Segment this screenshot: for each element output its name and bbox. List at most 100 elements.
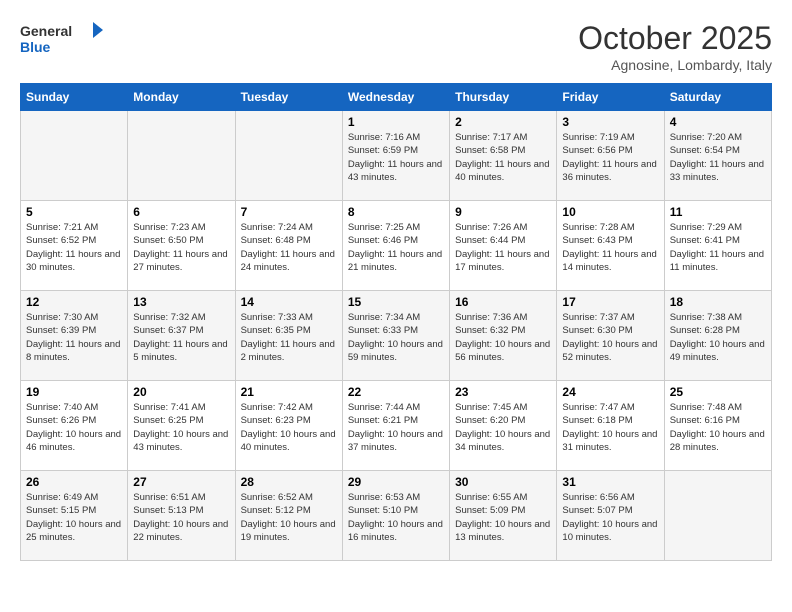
daylight-text: Daylight: 10 hours and 16 minutes. [348, 519, 443, 543]
daylight-text: Daylight: 11 hours and 11 minutes. [670, 249, 764, 273]
sunrise-text: Sunrise: 6:51 AM [133, 492, 205, 503]
calendar-cell: 7 Sunrise: 7:24 AM Sunset: 6:48 PM Dayli… [235, 201, 342, 291]
calendar-week-row: 1 Sunrise: 7:16 AM Sunset: 6:59 PM Dayli… [21, 111, 772, 201]
calendar-cell [128, 111, 235, 201]
sunrise-text: Sunrise: 7:28 AM [562, 222, 634, 233]
calendar-cell: 31 Sunrise: 6:56 AM Sunset: 5:07 PM Dayl… [557, 471, 664, 561]
daylight-text: Daylight: 11 hours and 27 minutes. [133, 249, 227, 273]
sunset-text: Sunset: 6:30 PM [562, 325, 632, 336]
daylight-text: Daylight: 11 hours and 40 minutes. [455, 159, 549, 183]
day-number: 8 [348, 205, 444, 219]
daylight-text: Daylight: 10 hours and 31 minutes. [562, 429, 657, 453]
sunset-text: Sunset: 6:59 PM [348, 145, 418, 156]
day-number: 9 [455, 205, 551, 219]
weekday-header: Saturday [664, 84, 771, 111]
day-number: 10 [562, 205, 658, 219]
sunrise-text: Sunrise: 6:55 AM [455, 492, 527, 503]
sunrise-text: Sunrise: 7:20 AM [670, 132, 742, 143]
weekday-header: Thursday [450, 84, 557, 111]
daylight-text: Daylight: 10 hours and 10 minutes. [562, 519, 657, 543]
day-number: 30 [455, 475, 551, 489]
day-number: 28 [241, 475, 337, 489]
calendar-cell: 11 Sunrise: 7:29 AM Sunset: 6:41 PM Dayl… [664, 201, 771, 291]
sunrise-text: Sunrise: 7:38 AM [670, 312, 742, 323]
calendar-cell: 17 Sunrise: 7:37 AM Sunset: 6:30 PM Dayl… [557, 291, 664, 381]
sunset-text: Sunset: 6:20 PM [455, 415, 525, 426]
sunrise-text: Sunrise: 6:56 AM [562, 492, 634, 503]
calendar-cell: 19 Sunrise: 7:40 AM Sunset: 6:26 PM Dayl… [21, 381, 128, 471]
sunset-text: Sunset: 6:58 PM [455, 145, 525, 156]
calendar-week-row: 19 Sunrise: 7:40 AM Sunset: 6:26 PM Dayl… [21, 381, 772, 471]
daylight-text: Daylight: 10 hours and 59 minutes. [348, 339, 443, 363]
calendar-cell: 18 Sunrise: 7:38 AM Sunset: 6:28 PM Dayl… [664, 291, 771, 381]
sunrise-text: Sunrise: 7:33 AM [241, 312, 313, 323]
sunset-text: Sunset: 5:07 PM [562, 505, 632, 516]
calendar-cell: 4 Sunrise: 7:20 AM Sunset: 6:54 PM Dayli… [664, 111, 771, 201]
day-number: 18 [670, 295, 766, 309]
sunset-text: Sunset: 6:16 PM [670, 415, 740, 426]
sunrise-text: Sunrise: 7:45 AM [455, 402, 527, 413]
day-number: 1 [348, 115, 444, 129]
sunset-text: Sunset: 6:21 PM [348, 415, 418, 426]
daylight-text: Daylight: 10 hours and 46 minutes. [26, 429, 121, 453]
day-number: 20 [133, 385, 229, 399]
day-number: 26 [26, 475, 122, 489]
weekday-header-row: SundayMondayTuesdayWednesdayThursdayFrid… [21, 84, 772, 111]
calendar-cell: 1 Sunrise: 7:16 AM Sunset: 6:59 PM Dayli… [342, 111, 449, 201]
sunset-text: Sunset: 6:41 PM [670, 235, 740, 246]
daylight-text: Daylight: 11 hours and 8 minutes. [26, 339, 120, 363]
sunrise-text: Sunrise: 7:48 AM [670, 402, 742, 413]
sunrise-text: Sunrise: 7:19 AM [562, 132, 634, 143]
calendar-cell: 22 Sunrise: 7:44 AM Sunset: 6:21 PM Dayl… [342, 381, 449, 471]
calendar-cell: 27 Sunrise: 6:51 AM Sunset: 5:13 PM Dayl… [128, 471, 235, 561]
calendar-cell: 24 Sunrise: 7:47 AM Sunset: 6:18 PM Dayl… [557, 381, 664, 471]
weekday-header: Friday [557, 84, 664, 111]
calendar-cell: 20 Sunrise: 7:41 AM Sunset: 6:25 PM Dayl… [128, 381, 235, 471]
daylight-text: Daylight: 11 hours and 36 minutes. [562, 159, 656, 183]
sunset-text: Sunset: 5:09 PM [455, 505, 525, 516]
sunset-text: Sunset: 5:15 PM [26, 505, 96, 516]
day-number: 22 [348, 385, 444, 399]
calendar-week-row: 5 Sunrise: 7:21 AM Sunset: 6:52 PM Dayli… [21, 201, 772, 291]
sunrise-text: Sunrise: 7:26 AM [455, 222, 527, 233]
day-number: 12 [26, 295, 122, 309]
calendar-cell: 3 Sunrise: 7:19 AM Sunset: 6:56 PM Dayli… [557, 111, 664, 201]
calendar-cell: 30 Sunrise: 6:55 AM Sunset: 5:09 PM Dayl… [450, 471, 557, 561]
svg-text:Blue: Blue [20, 39, 51, 55]
title-area: October 2025 Agnosine, Lombardy, Italy [578, 20, 772, 73]
weekday-header: Tuesday [235, 84, 342, 111]
svg-text:General: General [20, 23, 72, 39]
sunrise-text: Sunrise: 7:24 AM [241, 222, 313, 233]
sunrise-text: Sunrise: 7:29 AM [670, 222, 742, 233]
weekday-header: Wednesday [342, 84, 449, 111]
sunset-text: Sunset: 6:54 PM [670, 145, 740, 156]
calendar-cell: 6 Sunrise: 7:23 AM Sunset: 6:50 PM Dayli… [128, 201, 235, 291]
calendar-cell: 5 Sunrise: 7:21 AM Sunset: 6:52 PM Dayli… [21, 201, 128, 291]
daylight-text: Daylight: 11 hours and 14 minutes. [562, 249, 656, 273]
sunrise-text: Sunrise: 7:34 AM [348, 312, 420, 323]
calendar-cell: 2 Sunrise: 7:17 AM Sunset: 6:58 PM Dayli… [450, 111, 557, 201]
calendar-cell: 15 Sunrise: 7:34 AM Sunset: 6:33 PM Dayl… [342, 291, 449, 381]
sunrise-text: Sunrise: 7:40 AM [26, 402, 98, 413]
daylight-text: Daylight: 10 hours and 25 minutes. [26, 519, 121, 543]
calendar-cell: 16 Sunrise: 7:36 AM Sunset: 6:32 PM Dayl… [450, 291, 557, 381]
weekday-header: Monday [128, 84, 235, 111]
day-number: 23 [455, 385, 551, 399]
daylight-text: Daylight: 10 hours and 56 minutes. [455, 339, 550, 363]
daylight-text: Daylight: 10 hours and 40 minutes. [241, 429, 336, 453]
sunset-text: Sunset: 6:25 PM [133, 415, 203, 426]
daylight-text: Daylight: 10 hours and 34 minutes. [455, 429, 550, 453]
sunset-text: Sunset: 6:50 PM [133, 235, 203, 246]
sunset-text: Sunset: 6:44 PM [455, 235, 525, 246]
sunrise-text: Sunrise: 7:23 AM [133, 222, 205, 233]
day-number: 6 [133, 205, 229, 219]
logo-svg: General Blue [20, 20, 110, 60]
calendar-week-row: 26 Sunrise: 6:49 AM Sunset: 5:15 PM Dayl… [21, 471, 772, 561]
daylight-text: Daylight: 10 hours and 43 minutes. [133, 429, 228, 453]
day-number: 31 [562, 475, 658, 489]
sunrise-text: Sunrise: 7:30 AM [26, 312, 98, 323]
sunrise-text: Sunrise: 7:17 AM [455, 132, 527, 143]
sunset-text: Sunset: 5:13 PM [133, 505, 203, 516]
sunrise-text: Sunrise: 7:44 AM [348, 402, 420, 413]
sunset-text: Sunset: 6:39 PM [26, 325, 96, 336]
